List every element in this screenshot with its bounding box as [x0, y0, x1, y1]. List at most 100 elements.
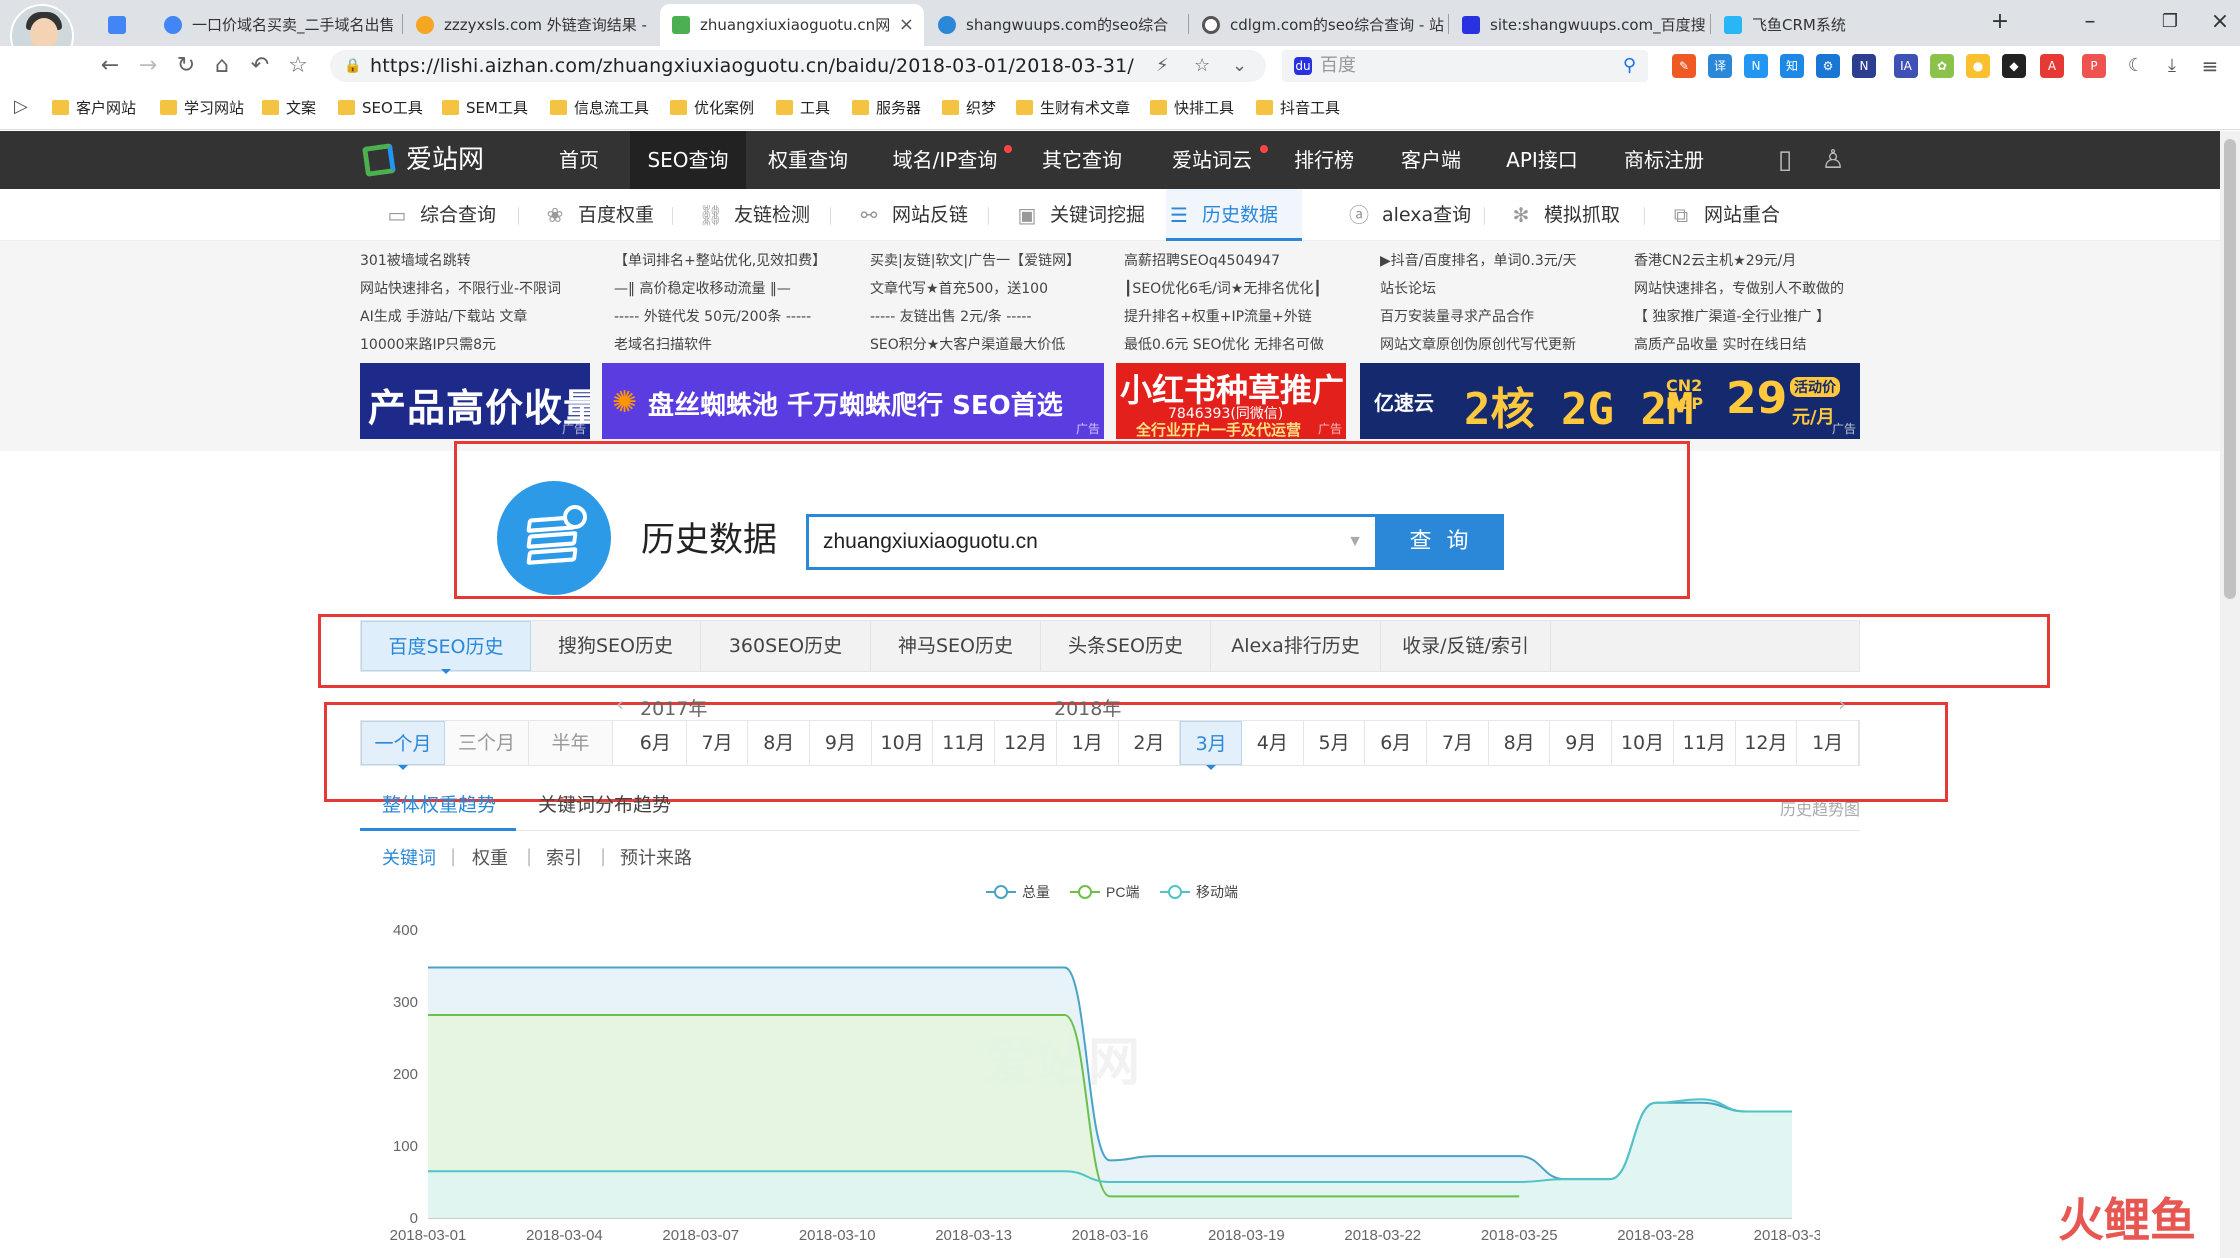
search-box[interactable]: du 百度 ⚲ — [1282, 50, 1648, 82]
ad-text-link[interactable]: 提升排名+权重+IP流量+外链 — [1124, 307, 1312, 327]
filter-estimated-traffic[interactable]: 预计来路 — [620, 844, 692, 870]
nav-seo-query[interactable]: SEO查询 — [630, 131, 746, 189]
bookmark-item[interactable]: 工具 — [776, 98, 830, 118]
history-chart-link[interactable]: 历史趋势图 — [1780, 796, 1860, 820]
subnav-keyword-mining[interactable]: ▣ 关键词挖掘 — [1014, 189, 1145, 241]
bookmark-item[interactable]: 优化案例 — [670, 98, 754, 118]
coin-icon[interactable]: ● — [1966, 54, 1990, 78]
bookmark-item[interactable]: 生财有术文章 — [1016, 98, 1130, 118]
home-icon[interactable]: ⌂ — [206, 50, 238, 82]
month-option[interactable]: 6月 — [625, 721, 687, 765]
address-bar[interactable]: 🔒 https://lishi.aizhan.com/zhuangxiuxiao… — [330, 50, 1266, 82]
nav-wordcloud[interactable]: 爱站词云 — [1164, 131, 1268, 189]
bookmark-item[interactable]: 抖音工具 — [1256, 98, 1340, 118]
ia-icon[interactable]: IA — [1894, 54, 1918, 78]
bookmark-star-icon[interactable]: ☆ — [282, 50, 314, 82]
ad-text-link[interactable]: 买卖|友链|软文|广告一【爱链网】 — [870, 251, 1080, 271]
minimize-icon[interactable]: – — [2060, 0, 2120, 46]
ad-text-link[interactable]: ┃SEO优化6毛/词★无排名优化┃ — [1124, 279, 1322, 299]
news-icon[interactable]: N — [1744, 54, 1768, 78]
ad-text-link[interactable]: 网站快速排名，专做别人不敢做的 — [1634, 279, 1844, 299]
tab-baidu-seo[interactable]: 百度SEO历史 — [361, 621, 531, 674]
close-window-icon[interactable]: × — [2190, 0, 2240, 46]
tab-keyword-distribution[interactable]: 关键词分布趋势 — [538, 790, 671, 817]
range-option[interactable]: 三个月 — [445, 721, 529, 765]
month-option[interactable]: 12月 — [995, 721, 1057, 765]
month-option[interactable]: 8月 — [748, 721, 811, 765]
notify-icon[interactable]: ◆ — [2002, 54, 2026, 78]
user-icon[interactable]: ♙ — [1816, 143, 1850, 177]
nav-weight-query[interactable]: 权重查询 — [756, 131, 860, 189]
subnav-baidu-weight[interactable]: ❀ 百度权重 — [542, 189, 654, 241]
month-option[interactable]: 3月 — [1180, 721, 1242, 770]
month-option[interactable]: 1月 — [1797, 721, 1859, 765]
ad-text-link[interactable]: AI生成 手游站/下载站 文章 — [360, 307, 527, 327]
nav-ranking[interactable]: 排行榜 — [1292, 131, 1356, 189]
nav-other[interactable]: 其它查询 — [1036, 131, 1128, 189]
reload-icon[interactable]: ↻ — [170, 50, 202, 82]
tab-2[interactable]: zzzyxsls.com 外链查询结果 - — [404, 4, 658, 46]
tab-active[interactable]: zhuangxiuxiaoguotu.cn网 × — [660, 4, 924, 46]
search-icon[interactable]: ⚲ — [1623, 50, 1636, 82]
tab-5[interactable]: cdlgm.com的seo综合查询 - 站 — [1190, 4, 1446, 46]
ad-text-link[interactable]: ▶抖音/百度排名，单词0.3元/天 — [1380, 251, 1576, 271]
tab-4[interactable]: shangwuups.com的seo综合 — [926, 4, 1186, 46]
ad-text-link[interactable]: ----- 友链出售 2元/条 ----- — [870, 307, 1032, 327]
bookmark-item[interactable]: 文案 — [262, 98, 316, 118]
subnav-overview[interactable]: ▭ 综合查询 — [384, 189, 496, 241]
tab-1[interactable]: 一口价域名买卖_二手域名出售 — [152, 4, 402, 46]
tab-index-backlinks[interactable]: 收录/反链/索引 — [1381, 621, 1551, 671]
sidebar-toggle-icon[interactable]: ▷ — [14, 96, 28, 117]
ad-text-link[interactable]: 【单词排名+整站优化,见效扣费】 — [614, 251, 826, 271]
subnav-alexa[interactable]: ⓐ alexa查询 — [1346, 189, 1471, 241]
ad-text-link[interactable]: 百万安装量寻求产品合作 — [1380, 307, 1534, 327]
chevron-down-icon[interactable]: ⌄ — [1232, 50, 1247, 82]
tab-360-seo[interactable]: 360SEO历史 — [701, 621, 871, 671]
ad-text-link[interactable]: 高薪招聘SEOq4504947 — [1124, 251, 1280, 271]
nav-api[interactable]: API接口 — [1504, 131, 1580, 189]
nav-client[interactable]: 客户端 — [1398, 131, 1464, 189]
bookmark-item[interactable]: SEM工具 — [442, 98, 528, 118]
new-icon[interactable]: N — [1852, 54, 1876, 78]
page-scrollbar[interactable] — [2220, 131, 2240, 1258]
month-option[interactable]: 12月 — [1736, 721, 1798, 765]
menu-icon[interactable]: ≡ — [2198, 54, 2222, 78]
ad-text-link[interactable]: 10000来路IP只需8元 — [360, 335, 496, 355]
range-option[interactable]: 一个月 — [361, 721, 445, 770]
month-option[interactable]: 2月 — [1119, 721, 1181, 765]
tab-docs[interactable] — [100, 4, 152, 46]
month-option[interactable]: 4月 — [1242, 721, 1304, 765]
ad-text-link[interactable]: 【 独家推广渠道-全行业推广 】 — [1634, 307, 1830, 327]
month-option[interactable]: 9月 — [810, 721, 872, 765]
extension-icon[interactable]: ✎ — [1672, 54, 1696, 78]
forward-icon[interactable]: → — [132, 50, 164, 82]
tab-toutiao-seo[interactable]: 头条SEO历史 — [1041, 621, 1211, 671]
ad-text-link[interactable]: SEO积分★大客户渠道最大价低 — [870, 335, 1065, 355]
subnav-history[interactable]: ☰ 历史数据 — [1166, 189, 1303, 241]
month-option[interactable]: 8月 — [1489, 721, 1551, 765]
month-option[interactable]: 5月 — [1304, 721, 1366, 765]
back-icon[interactable]: ← — [94, 50, 126, 82]
tab-shenma-seo[interactable]: 神马SEO历史 — [871, 621, 1041, 671]
translate-icon[interactable]: 译 — [1708, 54, 1732, 78]
undo-icon[interactable]: ↶ — [244, 50, 276, 82]
leaf-icon[interactable]: ✿ — [1930, 54, 1954, 78]
zhihu-icon[interactable]: 知 — [1780, 54, 1804, 78]
subnav-crawl[interactable]: ✻ 模拟抓取 — [1508, 189, 1620, 241]
month-option[interactable]: 10月 — [872, 721, 934, 765]
query-button[interactable]: 查 询 — [1378, 514, 1504, 570]
month-option[interactable]: 7月 — [687, 721, 749, 765]
ad-text-link[interactable]: 老域名扫描软件 — [614, 335, 712, 355]
subnav-overlap[interactable]: ⧉ 网站重合 — [1668, 189, 1780, 241]
night-mode-icon[interactable]: ☾ — [2124, 54, 2148, 78]
range-option[interactable]: 半年 — [529, 721, 613, 765]
pdf-tool-icon[interactable]: P — [2082, 54, 2106, 78]
ad-text-link[interactable]: 高质产品收量 实时在线日结 — [1634, 335, 1806, 355]
tab-7[interactable]: 飞鱼CRM系统 — [1712, 4, 1962, 46]
bookmark-item[interactable]: 学习网站 — [160, 98, 244, 118]
month-option[interactable]: 1月 — [1057, 721, 1119, 765]
month-option[interactable]: 11月 — [934, 721, 996, 765]
favorite-star-icon[interactable]: ☆ — [1194, 50, 1210, 82]
nav-home[interactable]: 首页 — [536, 131, 622, 189]
flash-icon[interactable]: ⚡ — [1156, 50, 1169, 82]
